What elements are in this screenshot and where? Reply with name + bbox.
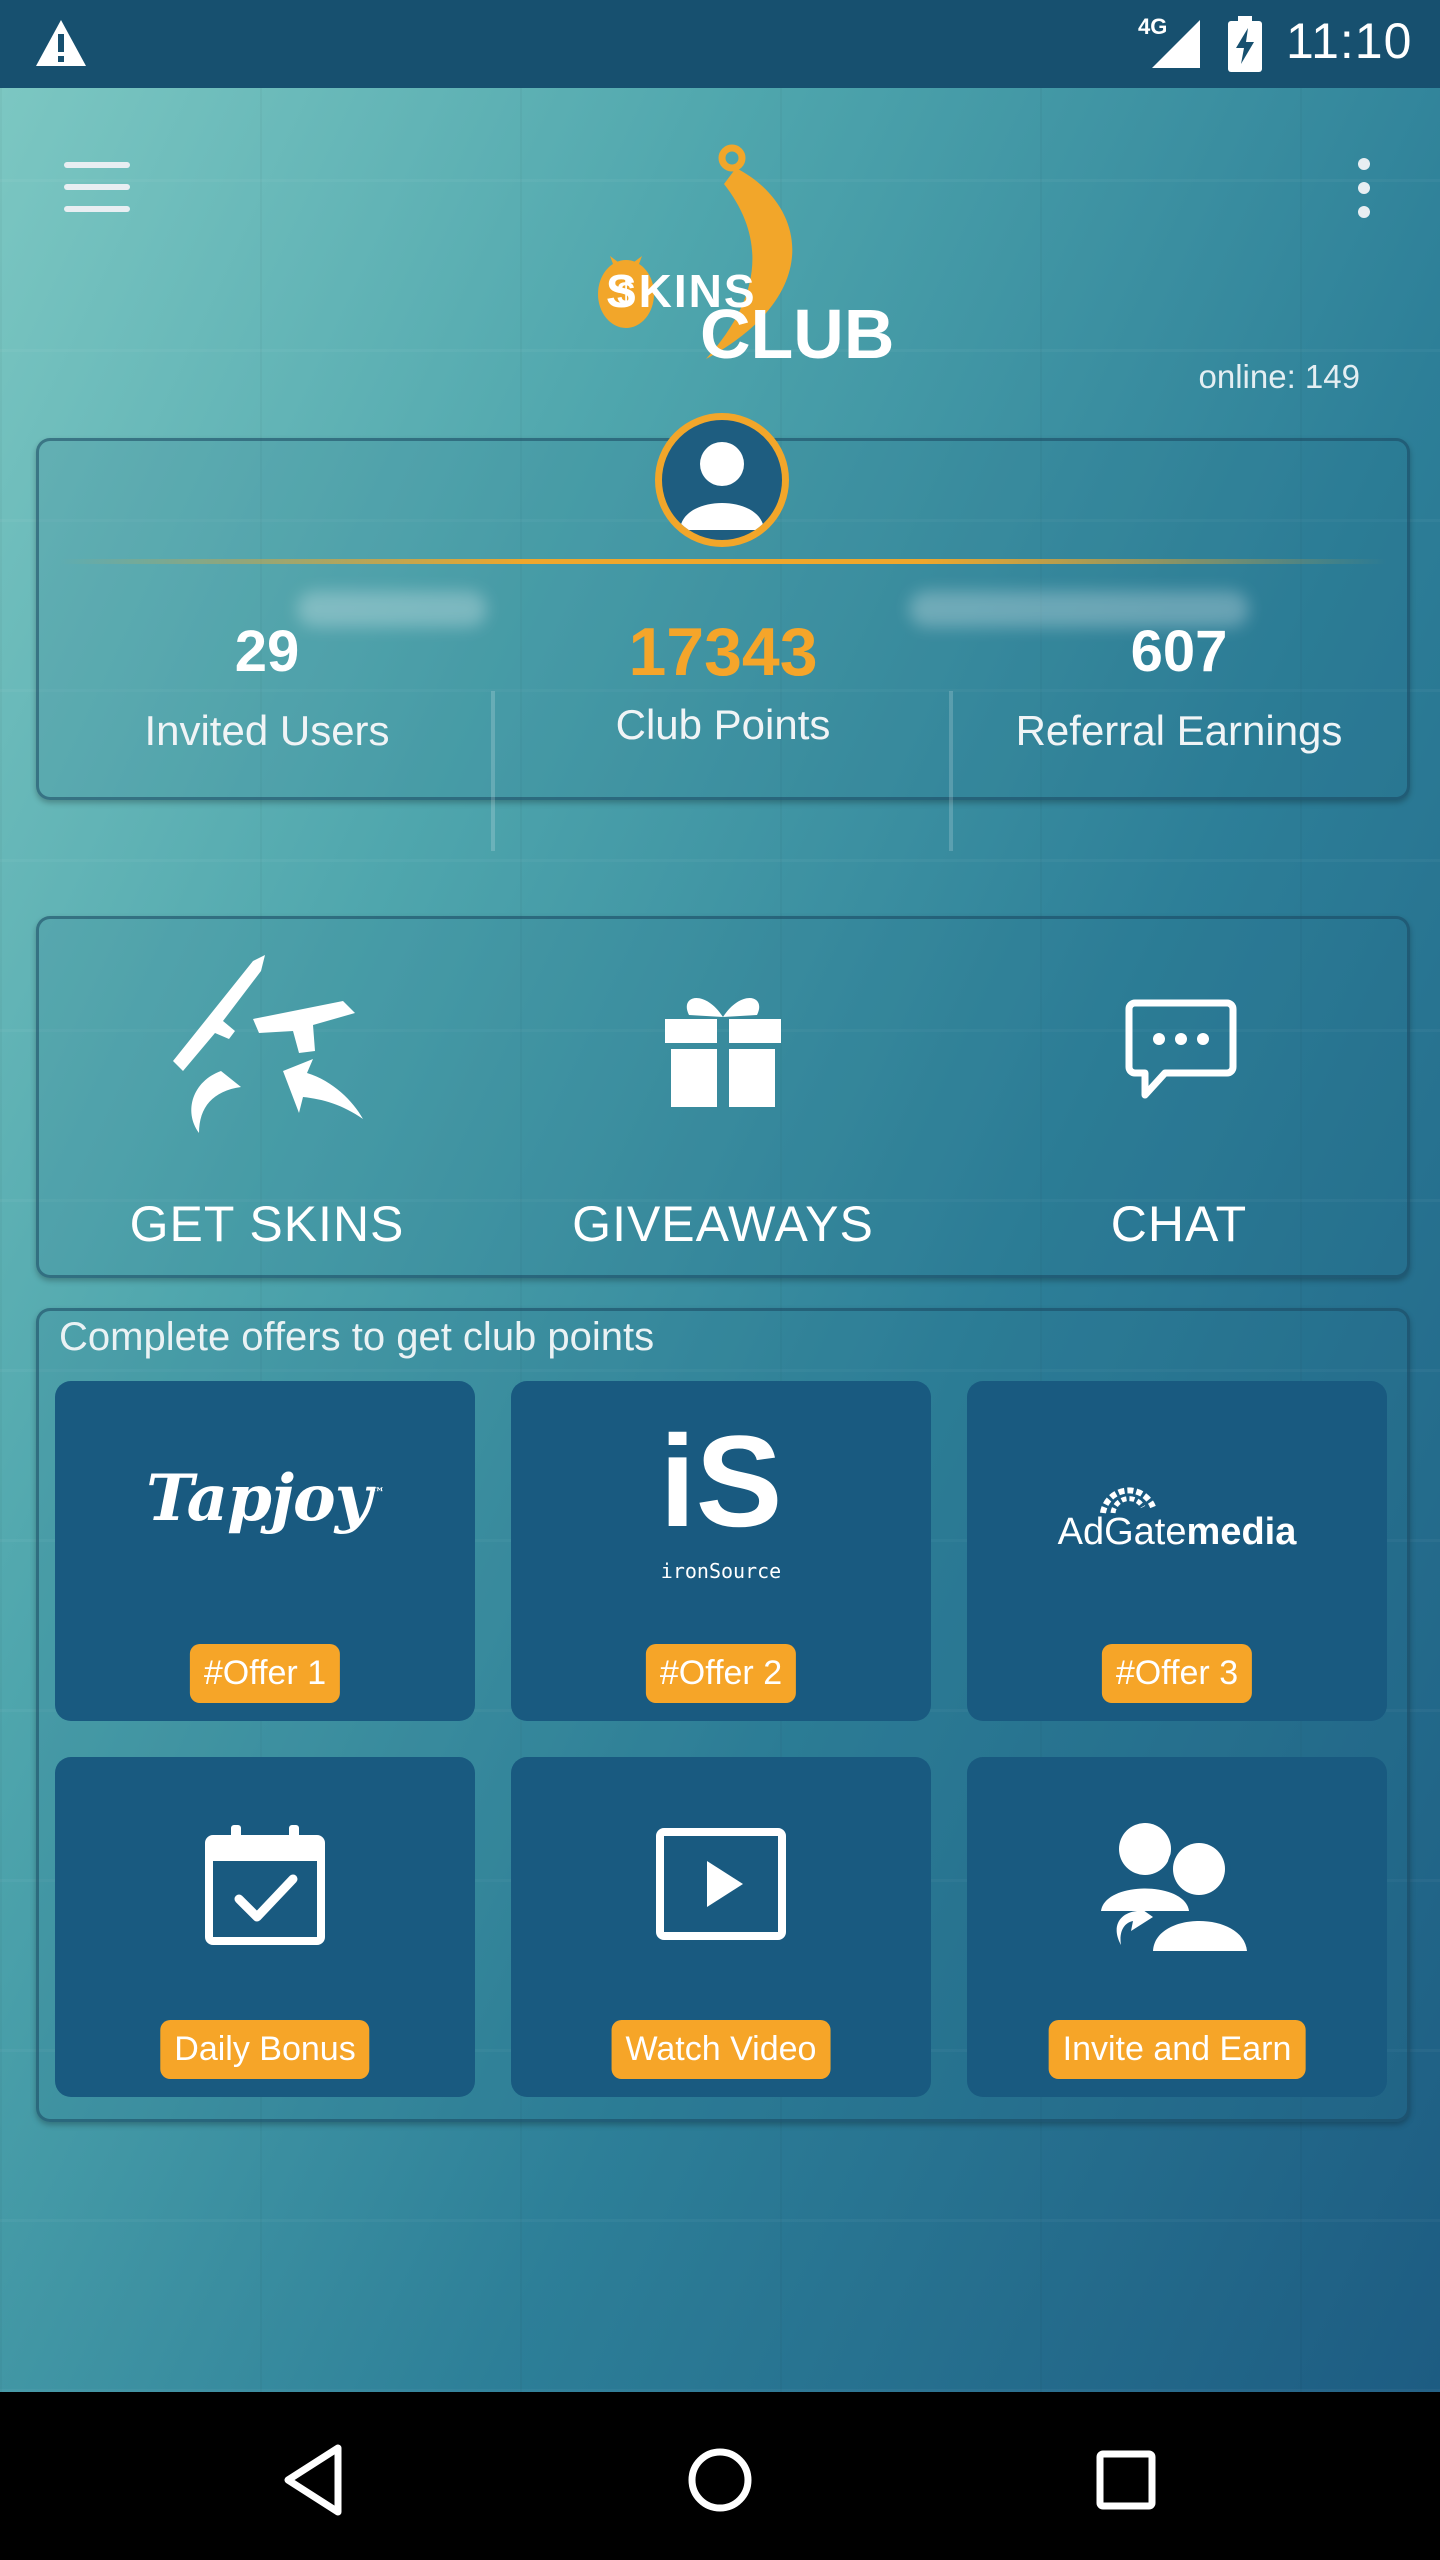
play-video-icon: [656, 1828, 786, 1940]
home-icon[interactable]: [680, 2440, 760, 2520]
chat-button[interactable]: CHAT: [951, 919, 1407, 1275]
daily-bonus-label: Daily Bonus: [160, 2020, 370, 2079]
adgate-logo-text: AdGate: [1057, 1511, 1187, 1553]
logo-text-club: CLUB: [700, 295, 895, 373]
skins-club-logo: $ SKINS CLUB: [596, 144, 894, 374]
giveaways-button[interactable]: GIVEAWAYS: [495, 919, 951, 1275]
chat-label: CHAT: [1110, 1196, 1248, 1252]
tapjoy-trademark: ™: [370, 1485, 385, 1502]
get-skins-label: GET SKINS: [129, 1196, 405, 1252]
referral-earnings-value: 607: [1130, 619, 1228, 684]
stat-referral-earnings: 607 Referral Earnings: [951, 617, 1407, 755]
invite-users-icon: [1101, 1823, 1247, 1951]
offer-badge: #Offer 2: [645, 1644, 797, 1703]
daily-bonus-tile[interactable]: Daily Bonus: [55, 1757, 475, 2097]
referral-earnings-label: Referral Earnings: [1015, 707, 1343, 754]
overflow-menu-icon[interactable]: [1346, 158, 1382, 222]
online-count: online: 149: [1198, 358, 1360, 395]
offer-tapjoy-tile[interactable]: Tapjoy™ #Offer 1: [55, 1381, 475, 1721]
actions-panel: GET SKINS GIVEAWAYS CHAT: [36, 916, 1410, 1278]
giveaways-label: GIVEAWAYS: [572, 1196, 874, 1252]
weapons-icon: [173, 955, 363, 1133]
invite-earn-label: Invite and Earn: [1048, 2020, 1306, 2079]
watch-video-tile[interactable]: Watch Video: [511, 1757, 931, 2097]
invited-users-value: 29: [234, 619, 300, 684]
calendar-check-icon: [205, 1825, 325, 1945]
gift-icon: [665, 997, 781, 1107]
warning-icon: [36, 20, 86, 66]
ironsource-logo-sub: ironSource: [660, 1559, 782, 1583]
offer-badge: #Offer 3: [1101, 1644, 1253, 1703]
hamburger-menu-icon[interactable]: [64, 162, 132, 214]
user-avatar-icon: [680, 442, 764, 530]
tapjoy-logo-text: Tapjoy: [146, 1461, 372, 1536]
adgatemedia-logo: AdGatemedia: [967, 1511, 1387, 1554]
club-points-value: 17343: [628, 614, 818, 690]
clock: 11:10: [1286, 13, 1413, 69]
invited-users-label: Invited Users: [144, 707, 390, 754]
network-type: 4G: [1138, 14, 1168, 39]
get-skins-button[interactable]: GET SKINS: [39, 919, 495, 1275]
app-screen: $ SKINS CLUB online: 149 29 Invited User…: [0, 88, 1440, 2392]
offer-badge: #Offer 1: [189, 1644, 341, 1703]
battery-charging-icon: [1228, 16, 1262, 72]
stat-club-points: 17343 Club Points: [495, 617, 951, 749]
system-nav-bar: [0, 2392, 1440, 2560]
chat-bubble-icon: [1125, 999, 1237, 1099]
offer-adgatemedia-tile[interactable]: AdGatemedia #Offer 3: [967, 1381, 1387, 1721]
offer-ironsource-tile[interactable]: iS ironSource #Offer 2: [511, 1381, 931, 1721]
ironsource-logo: iS: [659, 1408, 783, 1554]
profile-stats-panel: 29 Invited Users 17343 Club Points 607 R…: [36, 413, 1410, 851]
profile-divider-line: [59, 559, 1387, 564]
offers-title: Complete offers to get club points: [59, 1315, 655, 1359]
stat-invited-users: 29 Invited Users: [39, 617, 495, 755]
back-icon[interactable]: [276, 2440, 356, 2520]
offers-panel: Complete offers to get club points Tapjo…: [36, 1308, 1410, 2122]
club-points-label: Club Points: [615, 701, 831, 748]
invite-earn-tile[interactable]: Invite and Earn: [967, 1757, 1387, 2097]
tapjoy-logo: Tapjoy™: [55, 1461, 475, 1536]
adgate-logo-media: media: [1186, 1511, 1297, 1553]
status-bar: 4G 11:10: [0, 0, 1440, 88]
recents-icon[interactable]: [1086, 2440, 1166, 2520]
watch-video-label: Watch Video: [611, 2020, 831, 2079]
avatar[interactable]: [655, 413, 789, 547]
